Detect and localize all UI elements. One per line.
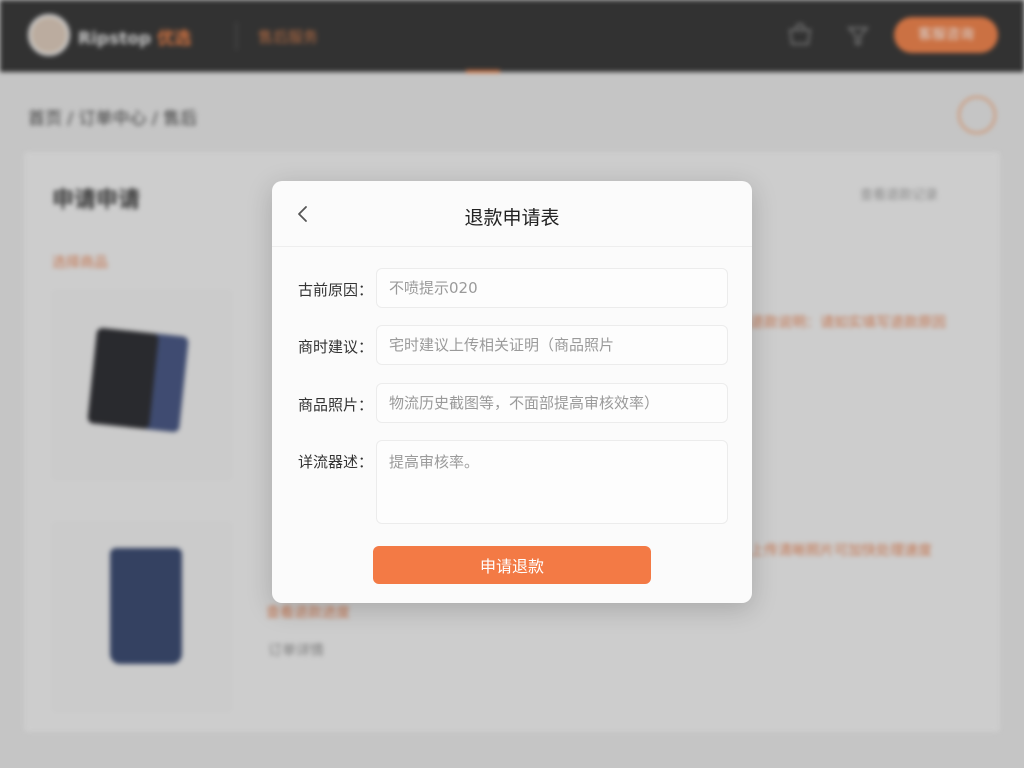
suggestion-input[interactable] [376,325,728,365]
refund-reason-input[interactable] [376,268,728,308]
form-label: 商时建议： [298,338,374,356]
form-label: 商品照片： [298,396,374,414]
form-label: 古前原因： [298,281,374,299]
submit-refund-button[interactable]: 申请退款 [373,546,651,584]
modal-header: 退款申请表 [272,181,752,247]
refund-application-modal: 退款申请表 古前原因： 商时建议： 商品照片： 详流器述： 申请退款 [272,181,752,603]
product-photos-input[interactable] [376,383,728,423]
form-label: 详流器述： [298,453,374,471]
description-textarea[interactable] [376,440,728,524]
modal-title: 退款申请表 [464,207,560,229]
